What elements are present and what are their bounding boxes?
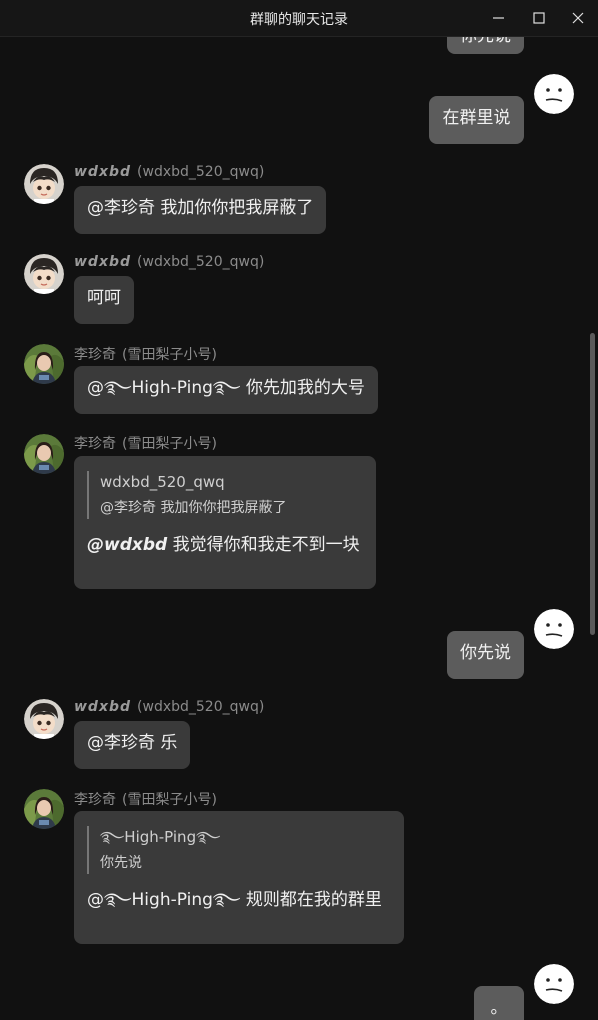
reply-bubble[interactable]: ࿐High-Ping࿐ 你先说 @࿐High-Ping࿐ 规则都在我的群里 (74, 811, 404, 944)
sender-nickname: 李珍奇 (74, 436, 116, 452)
self-avatar[interactable] (534, 609, 574, 649)
self-avatar[interactable] (534, 964, 574, 1004)
message-text: 你先说 (460, 36, 511, 46)
message-bubble[interactable]: @࿐High-Ping࿐ 你先加我的大号 (74, 366, 378, 414)
message-list[interactable]: 你先说 在群里说 wdxbd (wdxbd_520_qwq) @李珍奇 我加你你… (0, 36, 598, 1020)
close-icon[interactable] (566, 6, 590, 30)
self-avatar[interactable] (534, 74, 574, 114)
reply-text: @wdxbd 我觉得你和我走不到一块 (87, 533, 363, 557)
message-text: @࿐High-Ping࿐ 你先加我的大号 (87, 378, 365, 398)
quoted-user: wdxbd_520_qwq (100, 473, 225, 491)
chat-history-window: 群聊的聊天记录 你先说 在群里说 wdxbd (wdxbd_520_qwq) @… (0, 0, 598, 1020)
sender-id: (雪田梨子小号) (122, 436, 217, 452)
minimize-icon[interactable] (486, 6, 510, 30)
sender-label: 李珍奇 (雪田梨子小号) (74, 789, 217, 809)
message-text: @李珍奇 我加你你把我屏蔽了 (87, 198, 314, 218)
sender-label: 李珍奇 (雪田梨子小号) (74, 433, 217, 453)
message-text: 我觉得你和我走不到一块 (167, 535, 360, 555)
confused-face-icon (534, 74, 574, 114)
sender-id: (wdxbd_520_qwq) (137, 164, 265, 180)
message-text: 在群里说 (442, 108, 511, 128)
reply-text: @࿐High-Ping࿐ 规则都在我的群里 (87, 888, 391, 912)
sender-nickname: wdxbd (74, 164, 132, 180)
sender-nickname: wdxbd (74, 699, 132, 715)
message-bubble-self[interactable]: 你先说 (447, 36, 524, 54)
sender-nickname: 李珍奇 (74, 347, 116, 363)
reply-bubble[interactable]: wdxbd_520_qwq @李珍奇 我加你你把我屏蔽了 @wdxbd 我觉得你… (74, 456, 376, 589)
avatar-wdxbd[interactable] (24, 164, 64, 204)
scrollbar-thumb[interactable] (590, 333, 595, 635)
message-bubble-self[interactable]: 。 (474, 986, 524, 1020)
sender-label: wdxbd (wdxbd_520_qwq) (74, 254, 264, 270)
quoted-message[interactable]: wdxbd_520_qwq @李珍奇 我加你你把我屏蔽了 (87, 471, 363, 519)
sender-nickname: wdxbd (74, 254, 132, 270)
message-bubble-self[interactable]: 在群里说 (429, 96, 524, 144)
sender-nickname: 李珍奇 (74, 792, 116, 808)
sender-label: 李珍奇 (雪田梨子小号) (74, 344, 217, 364)
avatar-li-zhenqi[interactable] (24, 434, 64, 474)
message-text: 。 (490, 998, 508, 1018)
maximize-icon[interactable] (527, 6, 551, 30)
title-bar[interactable]: 群聊的聊天记录 (0, 0, 598, 37)
sender-id: (雪田梨子小号) (122, 347, 217, 363)
avatar-li-zhenqi[interactable] (24, 344, 64, 384)
mention[interactable]: @wdxbd (87, 535, 167, 555)
sender-id: (wdxbd_520_qwq) (137, 254, 265, 270)
message-text: 你先说 (460, 643, 511, 663)
quoted-message[interactable]: ࿐High-Ping࿐ 你先说 (87, 826, 391, 874)
avatar-wdxbd[interactable] (24, 254, 64, 294)
confused-face-icon (534, 609, 574, 649)
quoted-text: 你先说 (100, 855, 142, 871)
avatar-li-zhenqi[interactable] (24, 789, 64, 829)
message-bubble[interactable]: 呵呵 (74, 276, 134, 324)
message-bubble[interactable]: @李珍奇 我加你你把我屏蔽了 (74, 186, 327, 234)
quoted-user: ࿐High-Ping࿐ (100, 828, 221, 846)
sender-label: wdxbd (wdxbd_520_qwq) (74, 699, 264, 715)
message-text: @李珍奇 乐 (87, 733, 178, 753)
avatar-wdxbd[interactable] (24, 699, 64, 739)
sender-id: (雪田梨子小号) (122, 792, 217, 808)
message-bubble-self[interactable]: 你先说 (447, 631, 524, 679)
quoted-text: @李珍奇 我加你你把我屏蔽了 (100, 500, 287, 516)
sender-id: (wdxbd_520_qwq) (137, 699, 265, 715)
confused-face-icon (534, 964, 574, 1004)
message-text: @࿐High-Ping࿐ 规则都在我的群里 (87, 890, 382, 910)
message-bubble[interactable]: @李珍奇 乐 (74, 721, 191, 769)
sender-label: wdxbd (wdxbd_520_qwq) (74, 164, 264, 180)
message-text: 呵呵 (87, 288, 121, 308)
